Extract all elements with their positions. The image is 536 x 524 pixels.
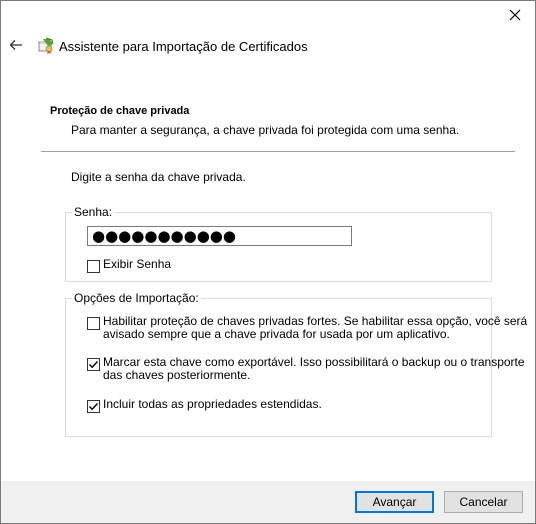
- section-title: Proteção de chave privada: [50, 105, 190, 117]
- close-button[interactable]: [503, 5, 527, 25]
- strong-protection-checkbox[interactable]: [87, 317, 100, 330]
- wizard-footer: Avançar Cancelar: [1, 481, 535, 523]
- back-button[interactable]: [7, 36, 25, 54]
- wizard-window: Assistente para Importação de Certificad…: [0, 0, 536, 524]
- checkmark-icon: [89, 361, 99, 369]
- show-password-row[interactable]: Exibir Senha: [87, 258, 171, 273]
- section-description: Para manter a segurança, a chave privada…: [71, 123, 460, 137]
- extended-properties-label: Incluir todas as propriedades estendidas…: [103, 397, 322, 411]
- back-arrow-icon: [9, 40, 22, 50]
- close-icon: [509, 9, 521, 21]
- show-password-checkbox[interactable]: [87, 260, 100, 273]
- next-button[interactable]: Avançar: [355, 491, 434, 513]
- password-group-legend: Senha:: [72, 205, 115, 219]
- strong-protection-option[interactable]: Habilitar proteção de chaves privadas fo…: [87, 315, 527, 341]
- cancel-button[interactable]: Cancelar: [444, 491, 523, 513]
- header-separator: [41, 151, 515, 152]
- import-options-legend: Opções de Importação:: [72, 291, 201, 305]
- show-password-label: Exibir Senha: [103, 257, 172, 271]
- window-title: Assistente para Importação de Certificad…: [59, 39, 308, 54]
- checkmark-icon: [89, 403, 99, 411]
- password-prompt: Digite a senha da chave privada.: [71, 170, 246, 184]
- extended-properties-checkbox[interactable]: [87, 400, 100, 413]
- password-input[interactable]: [87, 226, 352, 246]
- exportable-key-label-line2: das chaves posteriormente.: [103, 368, 251, 382]
- extended-properties-option[interactable]: Incluir todas as propriedades estendidas…: [87, 398, 322, 413]
- strong-protection-label-line2: avisado sempre que a chave privada for u…: [103, 327, 450, 341]
- exportable-key-option[interactable]: Marcar esta chave como exportável. Isso …: [87, 356, 525, 382]
- certificate-icon: [38, 37, 54, 54]
- exportable-key-checkbox[interactable]: [87, 358, 100, 371]
